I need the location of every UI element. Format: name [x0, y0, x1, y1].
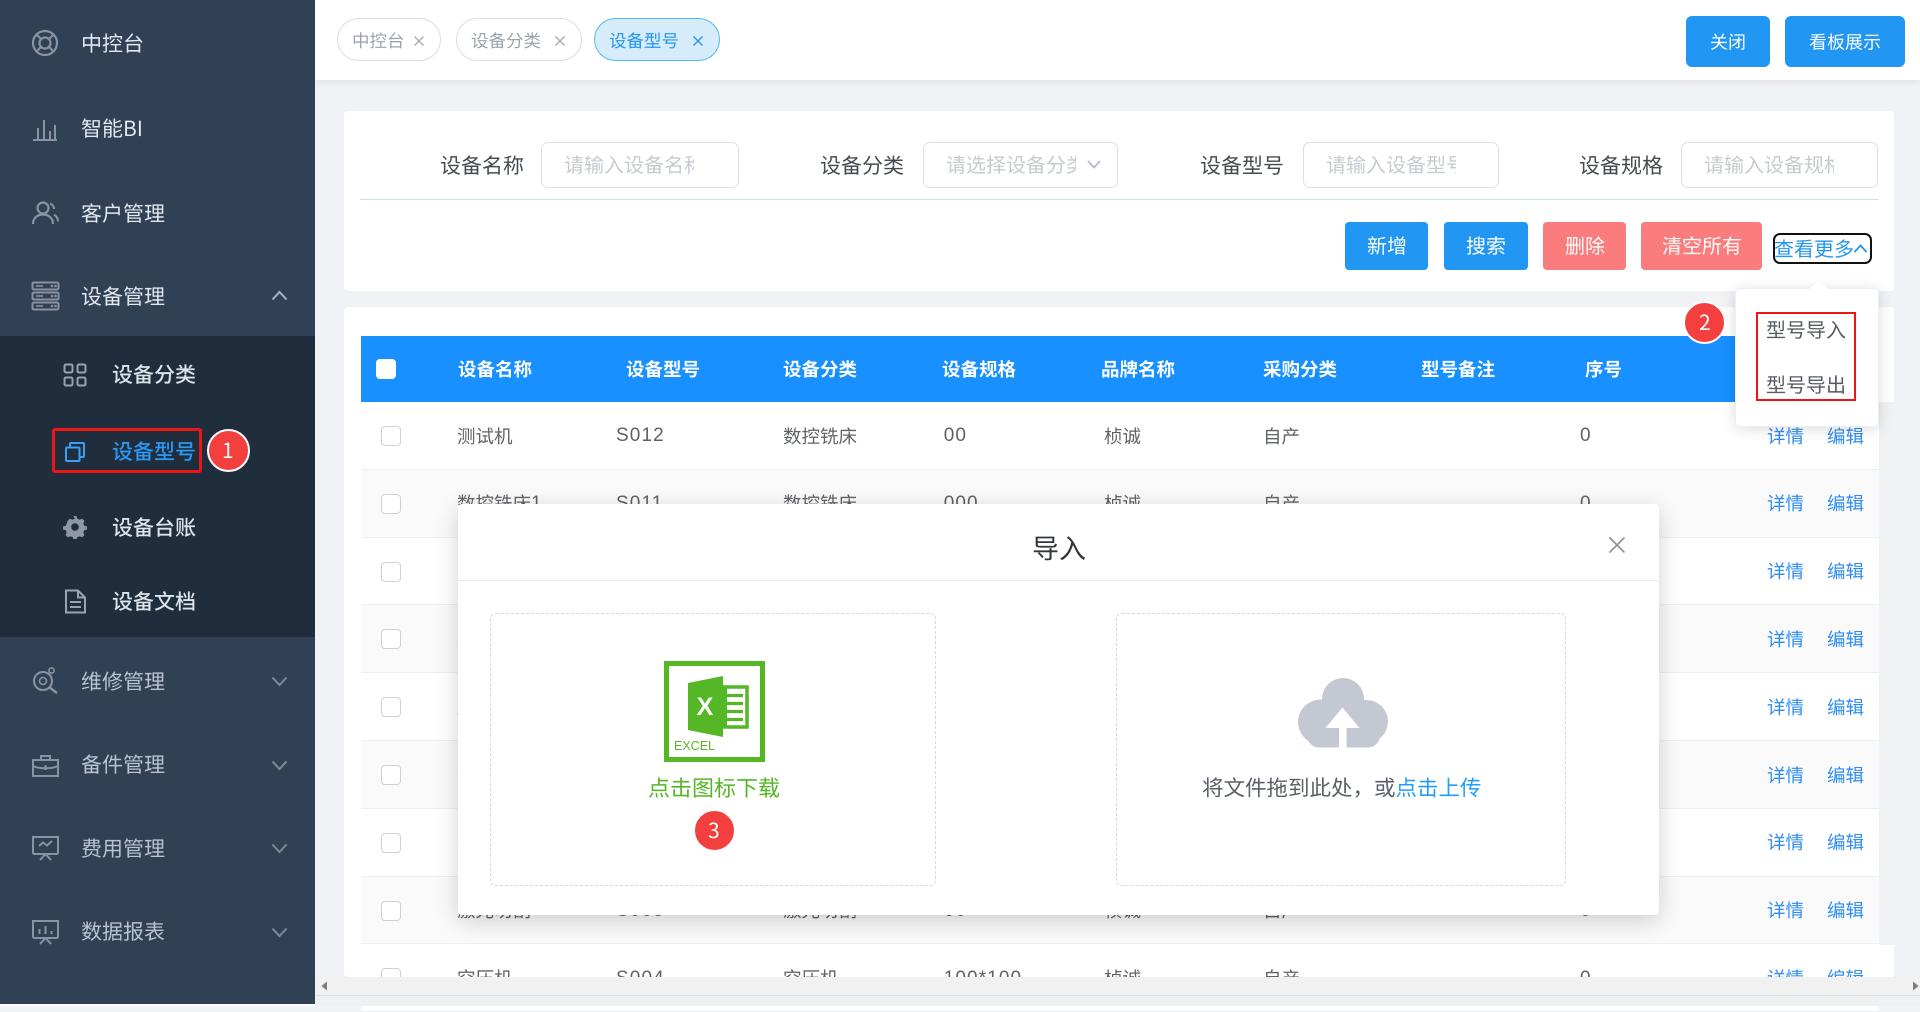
svg-text:X: X: [697, 693, 714, 721]
svg-text:EXCEL: EXCEL: [674, 739, 715, 753]
